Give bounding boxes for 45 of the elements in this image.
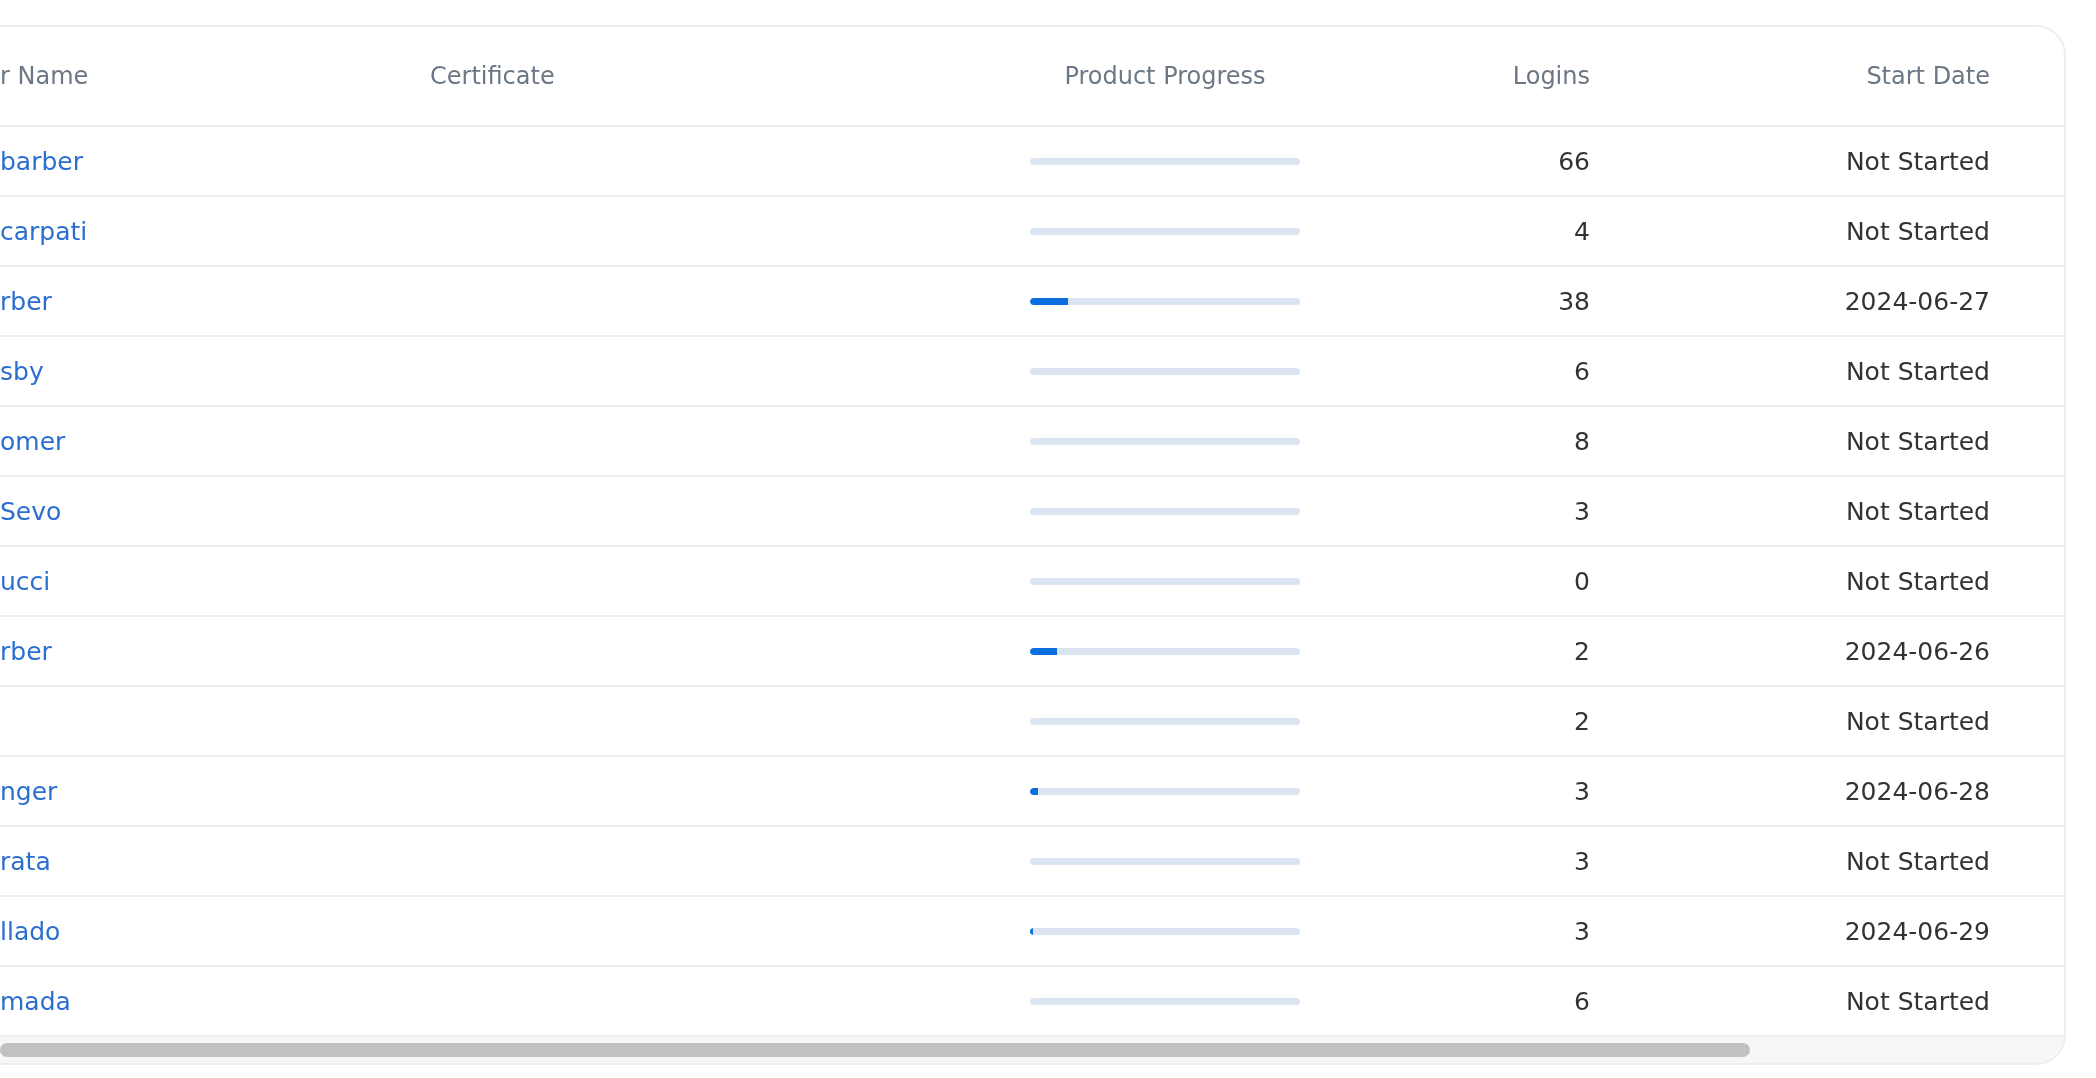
user-name-link[interactable]: Sevo <box>0 496 62 526</box>
start-date-cell: Not Started <box>1845 566 1990 596</box>
start-date-cell: 2024-06-29 <box>1844 916 1990 946</box>
start-date-cell: Not Started <box>1845 146 1990 176</box>
user-name-link[interactable]: mada <box>0 986 71 1016</box>
logins-cell: 3 <box>1574 916 1590 946</box>
logins-cell: 3 <box>1574 496 1590 526</box>
start-date-cell: Not Started <box>1845 426 1990 456</box>
logins-cell: 2 <box>1574 706 1590 736</box>
column-header: Start Date <box>1866 62 1990 90</box>
start-date-cell: Not Started <box>1845 216 1990 246</box>
logins-cell: 3 <box>1574 846 1590 876</box>
column-header: r Name <box>0 62 89 90</box>
logins-cell: 4 <box>1574 216 1590 246</box>
column-header: Logins <box>1512 62 1590 90</box>
start-date-cell: 2024-06-27 <box>1844 286 1990 316</box>
start-date-cell: Not Started <box>1845 706 1990 736</box>
user-name-link[interactable]: carpati <box>0 216 88 246</box>
user-name-link[interactable]: llado <box>0 916 61 946</box>
start-date-cell: 2024-06-26 <box>1844 636 1990 666</box>
start-date-cell: Not Started <box>1845 356 1990 386</box>
logins-cell: 0 <box>1574 566 1590 596</box>
user-name-link[interactable]: sby <box>0 356 44 386</box>
user-name-link[interactable]: rber <box>0 636 52 666</box>
logins-cell: 38 <box>1558 286 1590 316</box>
logins-cell: 6 <box>1574 986 1590 1016</box>
user-name-link[interactable]: ucci <box>0 566 51 596</box>
logins-cell: 66 <box>1558 146 1590 176</box>
horizontal-scrollbar[interactable] <box>0 1037 2064 1063</box>
user-name-link[interactable]: nger <box>0 776 58 806</box>
start-date-cell: Not Started <box>1845 986 1990 1016</box>
logins-cell: 8 <box>1574 426 1590 456</box>
column-header: Product Progress <box>1063 62 1267 90</box>
user-name-link[interactable]: barber <box>0 146 83 176</box>
logins-cell: 3 <box>1574 776 1590 806</box>
start-date-cell: Not Started <box>1845 496 1990 526</box>
logins-cell: 6 <box>1574 356 1590 386</box>
start-date-cell: Not Started <box>1845 846 1990 876</box>
user-name-link[interactable]: omer <box>0 426 66 456</box>
start-date-cell: 2024-06-28 <box>1844 776 1990 806</box>
column-header: Certificate <box>430 62 555 90</box>
user-name-link[interactable]: rata <box>0 846 51 876</box>
user-name-link[interactable]: rber <box>0 286 52 316</box>
scrollbar-thumb[interactable] <box>0 1043 1750 1057</box>
logins-cell: 2 <box>1574 636 1590 666</box>
